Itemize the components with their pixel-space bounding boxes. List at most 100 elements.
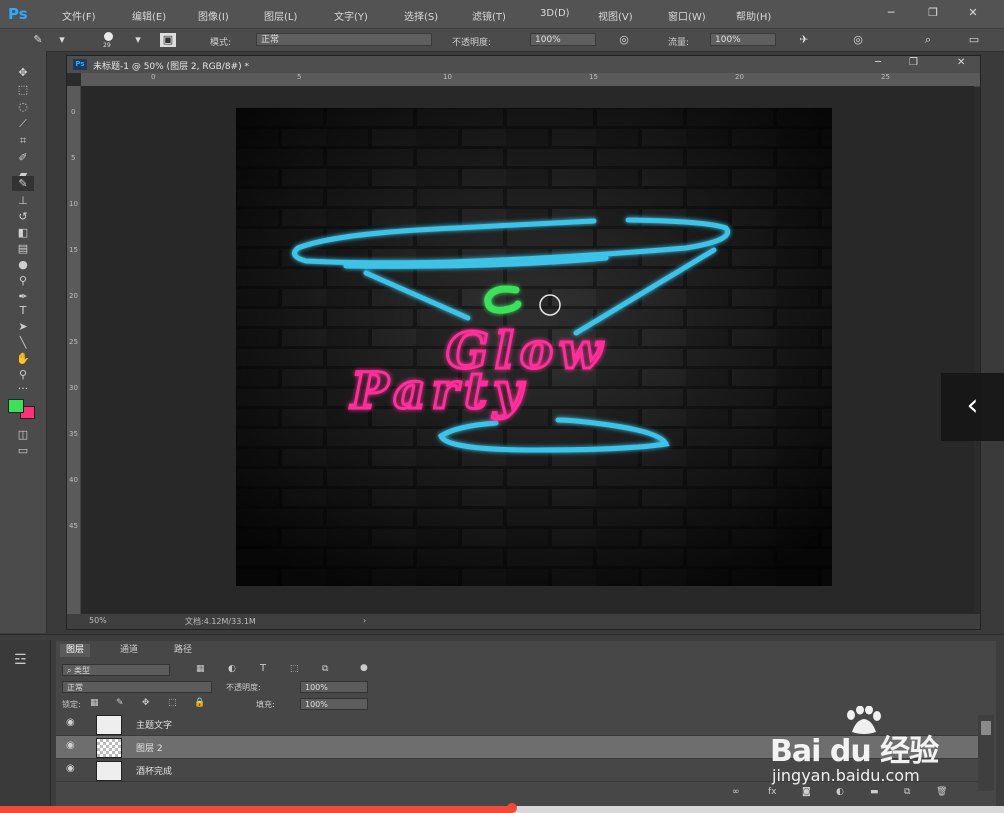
adjustment-layer-icon[interactable]: ◐ [836, 787, 844, 797]
properties-panel-icon[interactable]: ☲ [14, 652, 27, 668]
search-icon[interactable]: ⌕ [920, 33, 936, 47]
opacity-field[interactable]: 100% [530, 33, 596, 46]
document-status-bar: 50% 文档:4.12M/33.1M › [67, 614, 980, 629]
lock-position-icon[interactable]: ✥ [142, 698, 150, 708]
lasso-tool-icon[interactable]: ◌ [12, 99, 34, 114]
lock-artboard-icon[interactable]: ⬚ [168, 698, 177, 708]
tab-layers[interactable]: 图层 [60, 644, 91, 657]
eraser-icon[interactable]: ◧ [12, 225, 34, 240]
dodge-icon[interactable]: ⚲ [12, 273, 34, 288]
menu-view[interactable]: 视图(V) [598, 8, 633, 23]
filter-shape-icon[interactable]: ⬚ [290, 664, 299, 674]
lock-all-icon[interactable]: 🔒 [194, 698, 205, 708]
history-brush-icon[interactable]: ↺ [12, 209, 34, 224]
menu-select[interactable]: 选择(S) [404, 8, 438, 23]
menu-edit[interactable]: 编辑(E) [132, 8, 166, 23]
gradient-icon[interactable]: ▤ [12, 241, 34, 256]
menu-layer[interactable]: 图层(L) [264, 8, 297, 23]
video-progress-bar[interactable] [0, 803, 1004, 813]
layer-mask-icon[interactable]: ◙ [802, 787, 811, 797]
tab-paths[interactable]: 路径 [168, 644, 198, 657]
chevron-down-icon[interactable]: ▾ [54, 33, 70, 47]
mode-label: 模式: [210, 38, 232, 48]
menu-filter[interactable]: 滤镜(T) [472, 8, 506, 23]
quick-mask-icon[interactable]: ◫ [12, 427, 34, 442]
crop-tool-icon[interactable]: ⌗ [12, 133, 34, 148]
text-tool-icon[interactable]: T [12, 303, 34, 318]
brush-preset-picker[interactable]: 29 [100, 31, 118, 49]
ruler-h-label: 10 [443, 73, 452, 81]
document-tab[interactable]: Ps 未标题-1 @ 50% (图层 2, RGB/8#) * ─ ❐ ✕ [67, 56, 980, 73]
filter-type-icon[interactable]: T [260, 663, 266, 674]
minimize-icon[interactable]: ─ [880, 5, 902, 21]
doc-restore-icon[interactable]: ❐ [909, 57, 918, 68]
clone-stamp-icon[interactable]: ⊥ [12, 193, 34, 208]
restore-icon[interactable]: ❐ [922, 5, 944, 21]
close-icon[interactable]: ✕ [962, 5, 984, 21]
blend-mode-select[interactable]: 正常 [62, 681, 212, 693]
doc-minimize-icon[interactable]: ─ [875, 57, 881, 68]
delete-layer-icon[interactable]: 🗑 [936, 787, 947, 797]
eye-icon[interactable]: ◉ [66, 763, 75, 774]
screen-mode-icon[interactable]: ▭ [12, 443, 34, 458]
filter-toggle-icon[interactable]: ● [360, 663, 368, 673]
menu-3d[interactable]: 3D(D) [540, 8, 570, 19]
filter-adjustment-icon[interactable]: ◐ [228, 664, 236, 674]
filter-smart-object-icon[interactable]: ⧉ [322, 664, 328, 674]
tab-channels[interactable]: 通道 [114, 644, 144, 657]
new-layer-icon[interactable]: ⧉ [904, 787, 910, 797]
doc-close-icon[interactable]: ✕ [957, 57, 965, 68]
brush-panel-icon[interactable]: ▣ [160, 33, 176, 47]
layer-style-icon[interactable]: fx [768, 787, 777, 797]
panel-collapsed-strip: ☲ [0, 640, 51, 806]
brush-tool-icon[interactable]: ✎ [30, 33, 46, 47]
previous-arrow-button[interactable]: ‹ [941, 373, 1004, 441]
zoom-tool-icon[interactable]: ⚲ [12, 367, 34, 382]
video-scrubber-handle[interactable] [507, 803, 518, 813]
layer-kind-filter[interactable]: ⌕ 类型 [62, 664, 170, 676]
hand-tool-icon[interactable]: ✋ [12, 351, 34, 366]
menu-image[interactable]: 图像(I) [198, 8, 229, 23]
pressure-size-icon[interactable]: ◎ [850, 33, 866, 47]
chevron-down-icon[interactable]: ▾ [130, 33, 146, 47]
marquee-tool-icon[interactable]: ⬚ [12, 82, 34, 97]
new-group-icon[interactable]: ▬ [870, 787, 879, 797]
layer-name: 主题文字 [136, 721, 173, 731]
mode-select[interactable]: 正常 [256, 33, 432, 46]
menu-file[interactable]: 文件(F) [62, 8, 96, 23]
move-tool-icon[interactable]: ✥ [12, 65, 34, 80]
pen-icon[interactable]: ✒ [12, 289, 34, 304]
ruler-v-label: 10 [69, 200, 78, 208]
menu-help[interactable]: 帮助(H) [736, 8, 771, 23]
menu-type[interactable]: 文字(Y) [334, 8, 368, 23]
brush-tool-icon[interactable]: ✎ [12, 176, 34, 191]
eye-icon[interactable]: ◉ [66, 717, 75, 728]
zoom-level[interactable]: 50% [89, 616, 107, 625]
eyedropper-icon[interactable]: ✐ [12, 150, 34, 165]
fill-field[interactable]: 100% [300, 698, 368, 710]
scrollbar-thumb[interactable] [981, 721, 991, 735]
path-select-icon[interactable]: ➤ [12, 319, 34, 334]
airbrush-icon[interactable]: ✈ [796, 33, 812, 47]
document-canvas[interactable]: Glow Party [236, 108, 832, 586]
workspace-icon[interactable]: ▭ [966, 33, 982, 47]
eye-icon[interactable]: ◉ [66, 740, 75, 751]
pressure-opacity-icon[interactable]: ◎ [616, 33, 632, 47]
layers-scrollbar[interactable] [978, 715, 994, 791]
lock-transparency-icon[interactable]: ▦ [90, 698, 99, 708]
link-layers-icon[interactable]: ∞ [732, 787, 740, 797]
more-tools-icon[interactable]: ··· [12, 381, 34, 396]
layer-opacity-field[interactable]: 100% [300, 681, 368, 693]
line-tool-icon[interactable]: ╲ [12, 335, 34, 350]
baidu-watermark: Bai du 经验 jingyan.baidu.com [770, 706, 970, 786]
foreground-color-swatch[interactable] [8, 399, 24, 413]
menu-window[interactable]: 窗口(W) [668, 8, 706, 23]
flow-field[interactable]: 100% [710, 33, 776, 46]
blur-icon[interactable]: ● [12, 257, 34, 272]
layer-name: 图层 2 [136, 744, 163, 754]
filter-pixel-icon[interactable]: ▦ [196, 664, 205, 674]
lock-pixels-icon[interactable]: ✎ [116, 698, 124, 708]
quick-select-icon[interactable]: ⟋ [12, 116, 34, 131]
status-menu-arrow-icon[interactable]: › [363, 616, 366, 625]
brush-size-value: 29 [103, 42, 111, 49]
